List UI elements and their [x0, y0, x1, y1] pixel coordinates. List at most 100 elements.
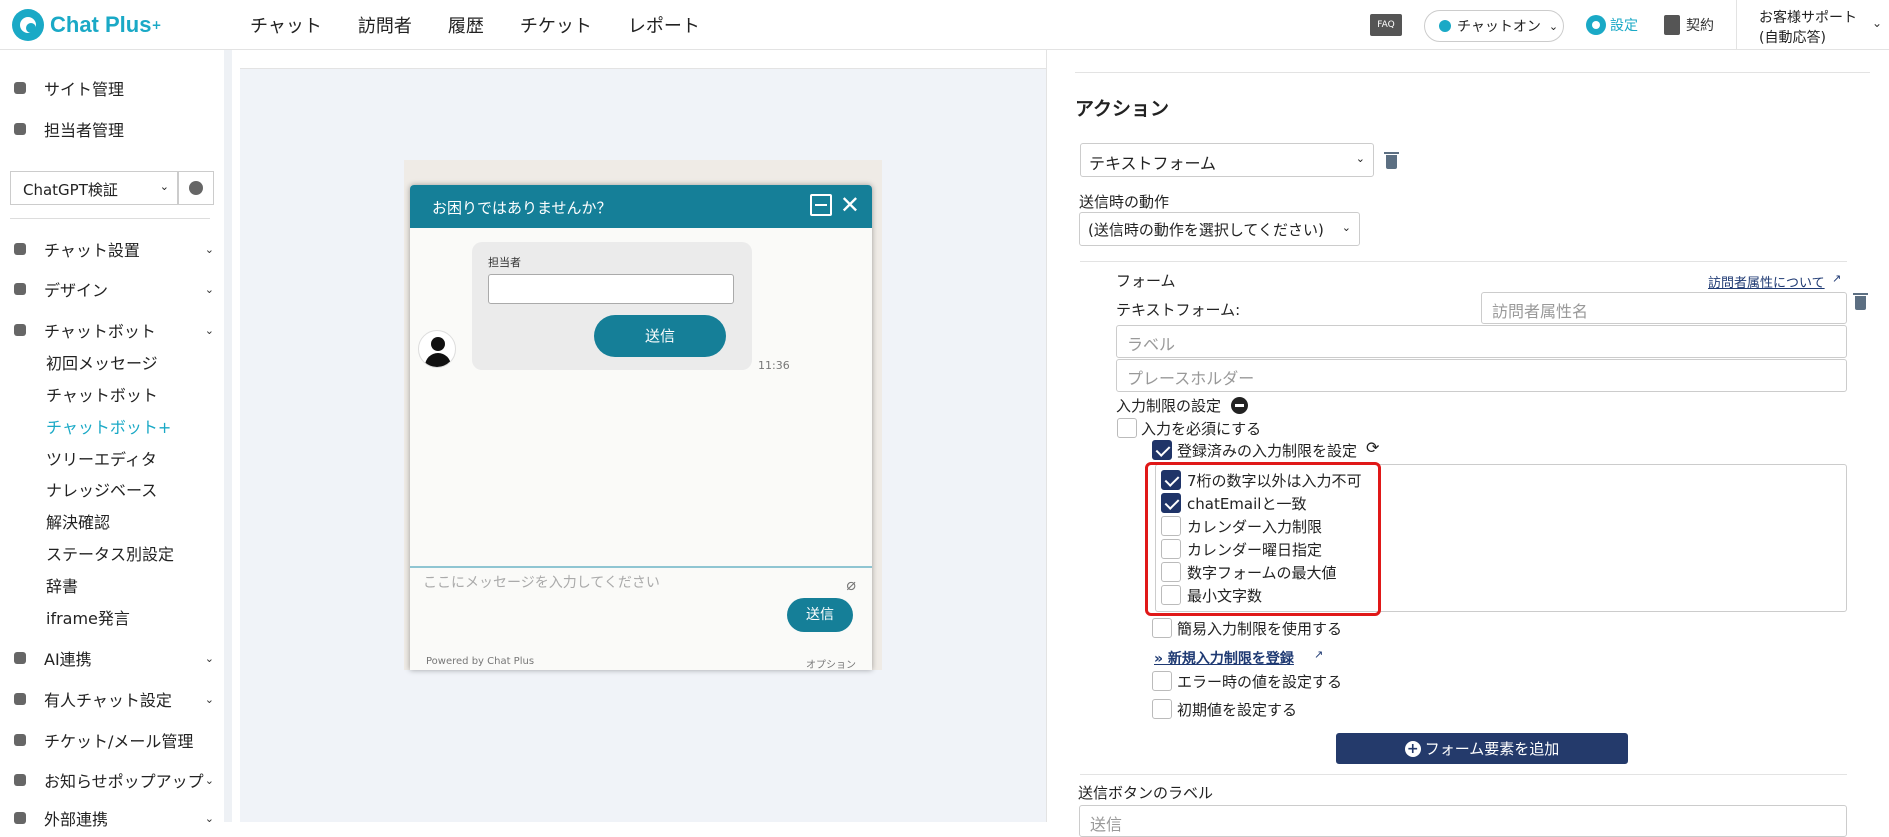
gear-icon	[189, 181, 203, 195]
chevron-down-icon: ⌄	[204, 811, 214, 825]
registered-limit-checkbox[interactable]	[1152, 440, 1172, 460]
contract-link[interactable]: 契約	[1664, 15, 1714, 35]
label-input[interactable]: ラベル	[1116, 325, 1847, 358]
gear-icon	[1586, 15, 1606, 35]
share-icon	[14, 812, 26, 824]
chevron-down-icon[interactable]: ⌄	[1872, 16, 1882, 30]
sidebar-item-popup[interactable]: お知らせポップアップ ⌄	[14, 768, 214, 792]
divider	[1080, 774, 1847, 775]
sidebar-item-site-manage[interactable]: サイト管理	[14, 76, 214, 100]
message-input[interactable]: ここにメッセージを入力してください	[423, 572, 660, 592]
sidebar-sub-chatbot-plus[interactable]: チャットボット+	[46, 414, 171, 438]
chevron-down-icon: ⌄	[204, 323, 214, 337]
trash-icon[interactable]	[1853, 293, 1868, 310]
form-field-input[interactable]	[488, 274, 734, 304]
nav-history[interactable]: 履歴	[448, 12, 484, 38]
on-submit-value: (送信時の動作を選択してください)	[1088, 221, 1324, 239]
sidebar-sub-iframe[interactable]: iframe発言	[46, 605, 130, 629]
simple-limit-checkbox[interactable]	[1152, 618, 1172, 638]
form-submit-button[interactable]: 送信	[594, 315, 726, 357]
external-link-icon[interactable]: ↗	[1314, 648, 1323, 661]
paperclip-icon[interactable]: ⌀	[846, 575, 856, 594]
faq-icon[interactable]: FAQ	[1370, 14, 1402, 36]
error-value-label: エラー時の値を設定する	[1177, 673, 1343, 691]
sidebar-item-ticket-mail[interactable]: チケット/メール管理	[14, 728, 214, 752]
logo-sup: +	[151, 18, 162, 32]
add-form-element-button[interactable]: + フォーム要素を追加	[1336, 733, 1628, 764]
sidebar-sub-knowledge-base[interactable]: ナレッジベース	[46, 477, 157, 501]
sidebar-sub-first-message[interactable]: 初回メッセージ	[46, 350, 158, 374]
sidebar-item-label: 有人チャット設定	[44, 691, 172, 710]
divider	[10, 218, 210, 219]
sidebar-item-manned-chat[interactable]: 有人チャット設定 ⌄	[14, 687, 214, 711]
simple-limit-label: 簡易入力制限を使用する	[1177, 620, 1343, 638]
nav-chat[interactable]: チャット	[250, 12, 322, 38]
required-checkbox[interactable]	[1117, 418, 1137, 438]
chevron-down-icon: ⌄	[159, 180, 169, 193]
close-icon[interactable]: ✕	[840, 191, 860, 219]
sidebar-item-label: チャット設置	[44, 241, 140, 260]
trash-icon[interactable]	[1384, 152, 1399, 169]
refresh-icon[interactable]: ⟳	[1366, 438, 1379, 457]
visitor-attr-link[interactable]: 訪問者属性について	[1708, 272, 1825, 291]
chat-status-toggle[interactable]: チャットオン ⌄	[1424, 10, 1564, 42]
site-select[interactable]: ChatGPT検証 ⌄	[10, 171, 178, 205]
new-limit-link[interactable]: » 新規入力制限を登録	[1154, 648, 1294, 668]
chevron-down-icon: ⌄	[204, 651, 214, 665]
site-select-value: ChatGPT検証	[23, 181, 118, 199]
sidebar-sub-resolution-check[interactable]: 解決確認	[46, 509, 110, 533]
support-menu[interactable]: お客様サポート (自動応答)	[1736, 0, 1857, 50]
sidebar-item-ai[interactable]: AI連携 ⌄	[14, 646, 214, 670]
sidebar-sub-chatbot[interactable]: チャットボット	[46, 382, 158, 406]
nav-reports[interactable]: レポート	[628, 12, 700, 38]
tools-icon	[14, 243, 26, 255]
popup-icon	[14, 774, 26, 786]
chevron-down-icon: ⌄	[204, 692, 214, 706]
sidebar-item-label: デザイン	[44, 281, 109, 300]
sidebar-item-external[interactable]: 外部連携 ⌄	[14, 806, 214, 830]
error-value-checkbox[interactable]	[1152, 671, 1172, 691]
on-submit-select[interactable]: (送信時の動作を選択してください) ⌄	[1079, 212, 1360, 246]
option-link[interactable]: オプション	[806, 656, 856, 671]
sidebar-item-label: AI連携	[44, 650, 92, 669]
headset-icon	[14, 693, 26, 705]
panel-title: アクション	[1075, 98, 1170, 120]
chevron-down-icon: ⌄	[204, 773, 214, 787]
message-time: 11:36	[758, 359, 790, 372]
sidebar-item-label: 外部連携	[44, 810, 109, 829]
sidebar-item-chat-settings[interactable]: チャット設置 ⌄	[14, 237, 214, 261]
on-submit-label: 送信時の動作	[1079, 193, 1170, 211]
settings-label: 設定	[1610, 18, 1638, 34]
sidebar-item-staff-manage[interactable]: 担当者管理	[14, 117, 214, 141]
site-settings-button[interactable]	[178, 171, 214, 205]
form-field-label: 担当者	[488, 256, 521, 269]
external-link-icon[interactable]: ↗	[1832, 272, 1841, 285]
chevron-down-icon: ⌄	[1341, 221, 1351, 234]
initial-value-label: 初期値を設定する	[1177, 701, 1298, 719]
action-type-select[interactable]: テキストフォーム ⌄	[1080, 143, 1374, 177]
chat-status-label: チャットオン	[1457, 19, 1541, 35]
minimize-icon[interactable]	[810, 194, 832, 216]
nav-visitors[interactable]: 訪問者	[358, 12, 412, 38]
placeholder-input[interactable]: プレースホルダー	[1116, 359, 1847, 392]
nav-tickets[interactable]: チケット	[520, 12, 592, 38]
chevron-down-icon: ⌄	[1355, 152, 1365, 165]
sidebar-sub-status-settings[interactable]: ステータス別設定	[46, 541, 174, 565]
send-button[interactable]: 送信	[787, 598, 853, 632]
list-icon	[14, 734, 26, 746]
visitor-attr-input[interactable]: 訪問者属性名	[1481, 292, 1847, 324]
sidebar-item-design[interactable]: デザイン ⌄	[14, 277, 214, 301]
initial-value-checkbox[interactable]	[1152, 699, 1172, 719]
submit-label-input[interactable]: 送信	[1079, 805, 1847, 837]
required-label: 入力を必須にする	[1141, 420, 1262, 438]
sidebar-sub-tree-editor[interactable]: ツリーエディタ	[46, 446, 157, 470]
highlight-box	[1145, 462, 1381, 616]
logo[interactable]: Chat Plus +	[12, 8, 162, 42]
palette-icon	[14, 283, 26, 295]
sidebar-item-chatbot[interactable]: チャットボット ⌄	[14, 318, 214, 342]
divider	[1080, 261, 1847, 262]
collapse-minus-icon[interactable]	[1231, 397, 1248, 414]
sidebar-sub-dictionary[interactable]: 辞書	[46, 573, 78, 597]
settings-link[interactable]: 設定	[1586, 15, 1638, 35]
action-type-value: テキストフォーム	[1089, 154, 1217, 173]
